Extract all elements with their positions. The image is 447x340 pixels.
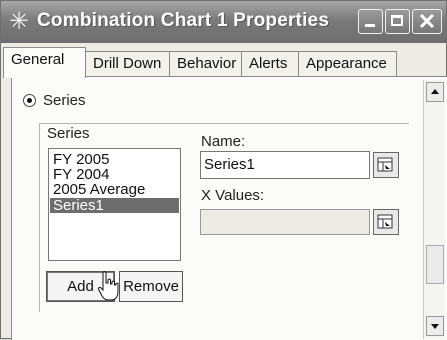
picker-icon [377, 214, 393, 229]
arrow-up-icon [431, 89, 439, 94]
remove-button[interactable]: Remove [119, 271, 183, 302]
series-list[interactable]: FY 2005 FY 2004 2005 Average Series1 [48, 148, 181, 261]
tab-behavior[interactable]: Behavior [169, 51, 242, 77]
maximize-button[interactable] [385, 9, 410, 34]
list-item[interactable]: 2005 Average [53, 182, 179, 197]
minimize-button[interactable] [358, 9, 383, 34]
tab-general[interactable]: General [3, 47, 86, 78]
tab-alerts[interactable]: Alerts [241, 51, 299, 77]
window-title: Combination Chart 1 Properties [37, 10, 330, 31]
vertical-scrollbar[interactable] [423, 80, 445, 339]
list-item[interactable]: FY 2005 [53, 152, 179, 167]
title-bar[interactable]: ✳ Combination Chart 1 Properties ✕ [1, 1, 446, 43]
close-icon: ✕ [417, 9, 437, 34]
picker-icon [377, 157, 393, 172]
scroll-thumb[interactable] [426, 245, 444, 284]
name-picker-button[interactable] [373, 152, 399, 178]
series-radio[interactable] [23, 94, 36, 107]
tab-appearance[interactable]: Appearance [298, 51, 397, 77]
maximize-icon [391, 15, 403, 26]
tab-drill-down[interactable]: Drill Down [85, 51, 170, 77]
name-field[interactable]: Series1 [200, 151, 370, 179]
close-button[interactable]: ✕ [412, 9, 442, 34]
tab-strip: General Drill Down Behavior Alerts Appea… [1, 43, 446, 78]
series-radio-label[interactable]: Series [43, 92, 86, 109]
list-item[interactable]: FY 2004 [53, 167, 179, 182]
x-values-picker-button[interactable] [373, 209, 399, 235]
x-values-label: X Values: [201, 187, 265, 204]
arrow-down-icon [431, 324, 439, 329]
series-list-label: Series [47, 125, 90, 142]
asterisk-icon: ✳ [9, 8, 30, 35]
scroll-up-button[interactable] [426, 82, 444, 102]
properties-dialog: ✳ Combination Chart 1 Properties ✕ Gener… [0, 0, 447, 340]
minimize-icon [365, 24, 375, 27]
hand-cursor-icon [97, 271, 119, 301]
name-label: Name: [201, 133, 246, 150]
scroll-down-button[interactable] [426, 316, 444, 336]
list-item-selected[interactable]: Series1 [50, 198, 179, 213]
x-values-field[interactable] [200, 209, 370, 235]
